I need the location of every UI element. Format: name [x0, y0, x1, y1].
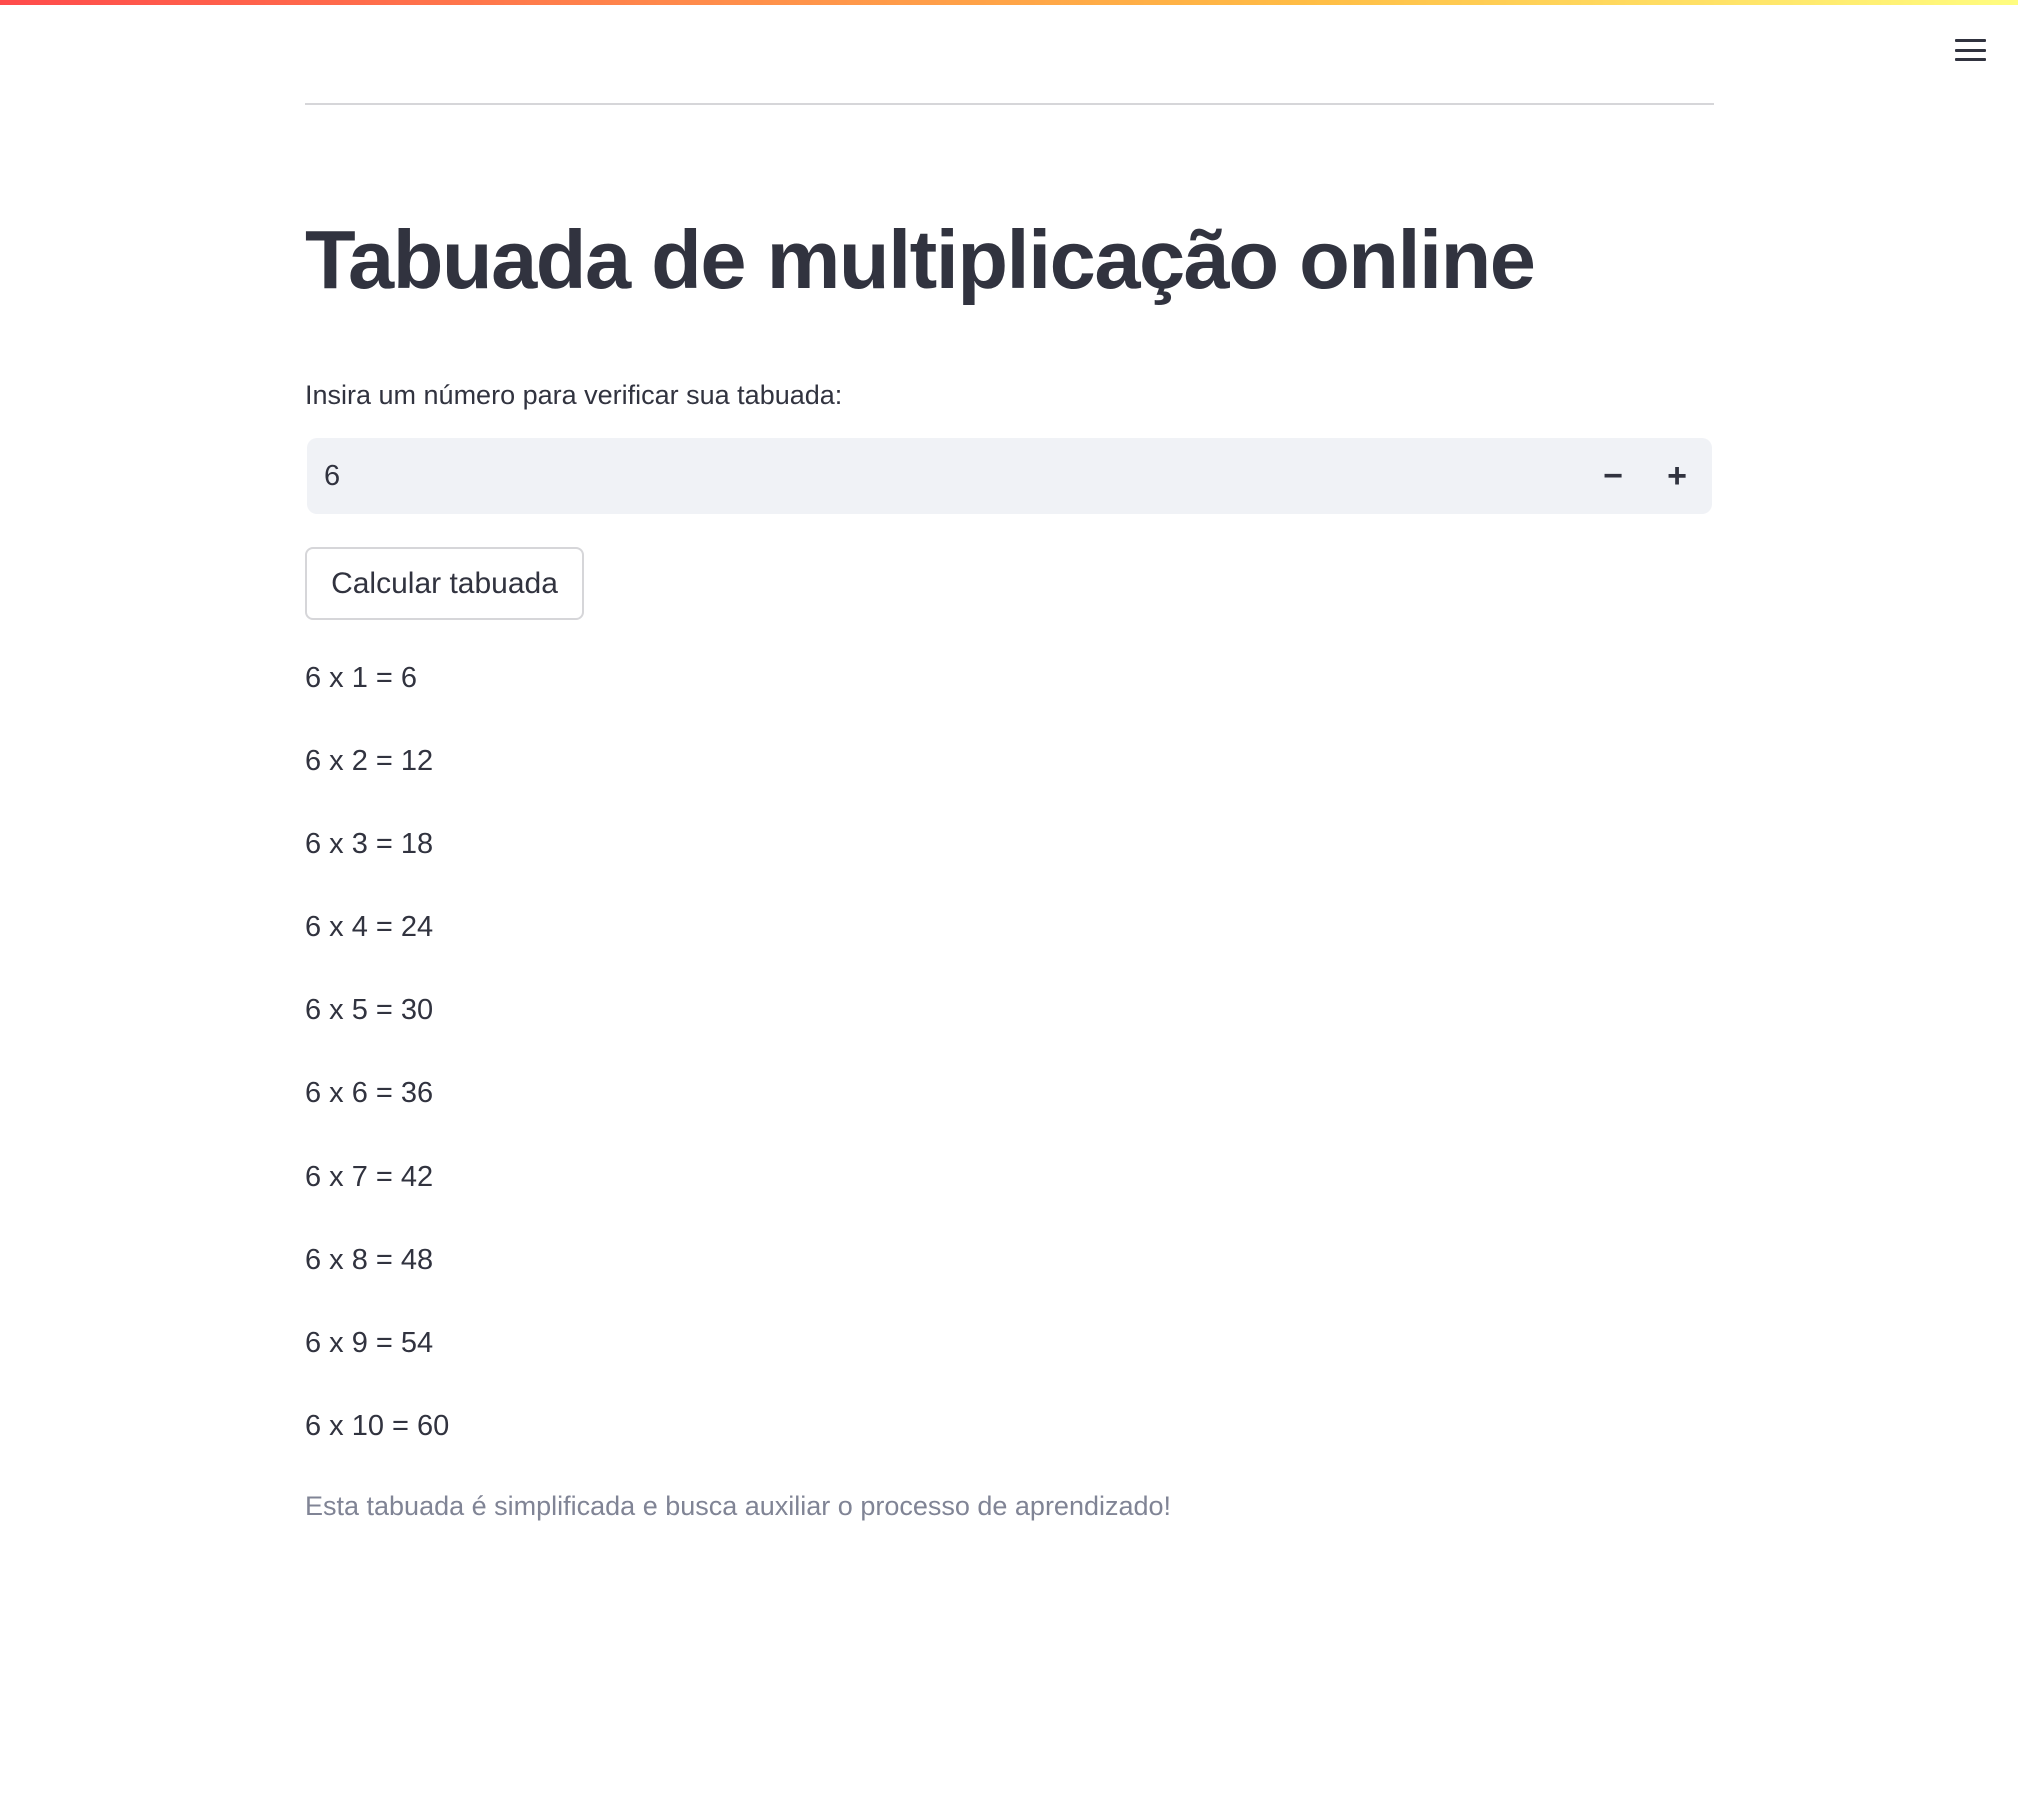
result-line: 6 x 1 = 6 — [305, 662, 418, 694]
result-line: 6 x 6 = 36 — [305, 1077, 434, 1110]
number-input-label: Insira um número para verificar sua tabu… — [305, 380, 843, 410]
header-divider — [305, 103, 1714, 105]
page-title: Tabuada de multiplicação online — [305, 213, 1536, 306]
result-line: 6 x 2 = 12 — [305, 745, 434, 778]
top-decoration-bar — [0, 0, 2018, 5]
plus-icon: + — [1667, 456, 1687, 495]
footer-caption: Esta tabuada é simplificada e busca auxi… — [305, 1491, 1172, 1521]
result-line: 6 x 4 = 24 — [305, 911, 434, 944]
main-menu-button[interactable] — [1946, 28, 1994, 72]
result-line: 6 x 9 = 54 — [305, 1326, 434, 1359]
decrement-button[interactable]: − — [1581, 438, 1645, 514]
result-line: 6 x 10 = 60 — [305, 1409, 450, 1442]
result-line: 6 x 5 = 30 — [305, 994, 434, 1027]
result-line: 6 x 7 = 42 — [305, 1160, 434, 1193]
hamburger-menu-icon — [1954, 39, 1986, 61]
number-input-container: − + — [307, 438, 1712, 514]
number-input[interactable] — [307, 438, 1581, 514]
calculate-table-button[interactable]: Calcular tabuada — [305, 547, 584, 620]
result-line: 6 x 3 = 18 — [305, 828, 434, 861]
increment-button[interactable]: + — [1645, 438, 1709, 514]
minus-icon: − — [1603, 456, 1623, 495]
multiplication-results: 6 x 1 = 6 6 x 2 = 12 6 x 3 = 18 6 x 4 = … — [305, 655, 905, 1486]
result-line: 6 x 8 = 48 — [305, 1243, 434, 1276]
